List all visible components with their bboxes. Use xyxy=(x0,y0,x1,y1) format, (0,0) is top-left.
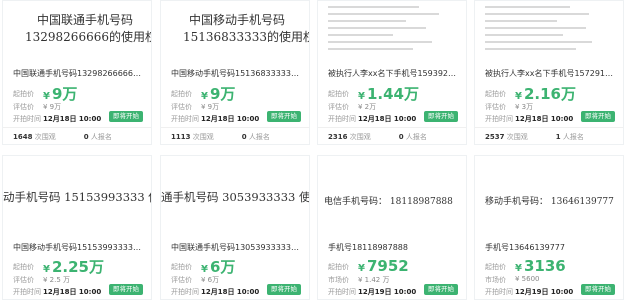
auction-card[interactable]: 移动手机号码： 13646139777 手机号13646139777 起拍价 ¥… xyxy=(474,155,624,300)
card-stats: 2316 次围观 0 人报名 xyxy=(328,133,427,141)
thumbnail-text: 电信手机号码： 18118987888 xyxy=(324,197,453,207)
start-price-label: 起拍价 xyxy=(485,263,506,271)
start-price: ¥3136 xyxy=(515,257,566,275)
divider xyxy=(318,127,466,128)
start-time: 12月18日 10:00 xyxy=(43,288,102,296)
item-thumbnail[interactable]: 电信手机号码： 18118987888 xyxy=(318,156,466,216)
market-price: ¥ 5600 xyxy=(515,275,540,283)
eval-price-label: 评估价 xyxy=(485,103,506,111)
start-price: ¥6万 xyxy=(201,258,236,276)
start-price-label: 起拍价 xyxy=(328,90,349,98)
market-price-label: 市场价 xyxy=(485,276,506,284)
eval-price: ¥ 9万 xyxy=(201,103,220,111)
auction-card[interactable]: 被执行人李xx名下手机号15729128888 起拍价 ¥2.16万 评估价 ¥… xyxy=(474,0,624,145)
start-time: 12月18日 10:00 xyxy=(201,115,260,123)
eval-price: ¥ 3万 xyxy=(515,103,534,111)
item-title[interactable]: 中国移动手机号码15153993333使用权... xyxy=(13,242,145,253)
card-stats: 1113 次围观 0 人报名 xyxy=(171,133,270,141)
start-price: ¥2.16万 xyxy=(515,85,576,103)
item-thumbnail[interactable]: 中国联通手机号码 13298266666的使用权 xyxy=(3,1,152,61)
start-time-label: 开拍时间 xyxy=(485,288,513,296)
document-preview xyxy=(485,1,615,55)
start-time-label: 开拍时间 xyxy=(171,115,199,123)
item-thumbnail[interactable]: 通手机号码 3053933333 使用 xyxy=(161,156,310,216)
thumbnail-text: 动手机号码 15153993333 使用权 xyxy=(3,190,151,204)
start-price: ¥9万 xyxy=(201,85,236,103)
start-time-label: 开拍时间 xyxy=(485,115,513,123)
status-button[interactable]: 即将开始 xyxy=(109,284,143,295)
market-price-label: 市场价 xyxy=(328,276,349,284)
auction-card[interactable]: 动手机号码 15153993333 使用权 中国移动手机号码1515399333… xyxy=(2,155,152,300)
status-button[interactable]: 即将开始 xyxy=(581,111,615,122)
start-time: 12月18日 10:00 xyxy=(43,115,102,123)
start-price-label: 起拍价 xyxy=(171,90,192,98)
start-time: 12月18日 10:00 xyxy=(515,115,574,123)
item-thumbnail[interactable] xyxy=(475,1,623,61)
item-thumbnail[interactable]: 中国移动手机号码 15136833333的使用权 xyxy=(161,1,310,61)
eval-price: ¥ 9万 xyxy=(43,103,62,111)
item-title[interactable]: 中国联通手机号码13298266666的使用... xyxy=(13,68,145,79)
status-button[interactable]: 即将开始 xyxy=(424,111,458,122)
auction-card[interactable]: 通手机号码 3053933333 使用 中国联通手机号码13053933333使… xyxy=(160,155,310,300)
start-price: ¥9万 xyxy=(43,85,78,103)
start-time-label: 开拍时间 xyxy=(328,115,356,123)
item-thumbnail[interactable] xyxy=(318,1,466,61)
item-title[interactable]: 被执行人李xx名下手机号15939270000 xyxy=(328,68,460,79)
card-stats: 1648 次围观 0 人报名 xyxy=(13,133,112,141)
item-title[interactable]: 中国联通手机号码13053933333使用权... xyxy=(171,242,303,253)
status-button[interactable]: 即将开始 xyxy=(267,284,301,295)
start-price-label: 起拍价 xyxy=(485,90,506,98)
auction-card[interactable]: 电信手机号码： 18118987888 手机号18118987888 起拍价 ¥… xyxy=(317,155,467,300)
auction-card[interactable]: 中国移动手机号码 15136833333的使用权 中国移动手机号码1513683… xyxy=(160,0,310,145)
market-price: ¥ 1.42 万 xyxy=(358,276,390,284)
start-time-label: 开拍时间 xyxy=(13,115,41,123)
start-price-label: 起拍价 xyxy=(171,263,192,271)
item-title[interactable]: 中国移动手机号码15136833333的使用... xyxy=(171,68,303,79)
eval-price-label: 评估价 xyxy=(328,103,349,111)
start-time: 12月19日 10:00 xyxy=(515,288,574,296)
start-price-label: 起拍价 xyxy=(328,263,349,271)
start-price: ¥2.25万 xyxy=(43,258,104,276)
start-time-label: 开拍时间 xyxy=(13,288,41,296)
divider xyxy=(475,127,623,128)
thumbnail-text: 移动手机号码： 13646139777 xyxy=(485,197,614,207)
eval-price: ¥ 2.5 万 xyxy=(43,276,71,284)
item-title[interactable]: 手机号18118987888 xyxy=(328,242,460,253)
status-button[interactable]: 即将开始 xyxy=(109,111,143,122)
eval-price-label: 评估价 xyxy=(13,103,34,111)
start-time-label: 开拍时间 xyxy=(328,288,356,296)
start-price-label: 起拍价 xyxy=(13,263,34,271)
thumbnail-text: 中国联通手机号码 xyxy=(37,13,134,27)
start-price-label: 起拍价 xyxy=(13,90,34,98)
start-price: ¥7952 xyxy=(358,257,409,275)
item-title[interactable]: 手机号13646139777 xyxy=(485,242,617,253)
divider xyxy=(3,127,151,128)
eval-price: ¥ 2万 xyxy=(358,103,377,111)
eval-price-label: 评估价 xyxy=(171,103,192,111)
status-button[interactable]: 即将开始 xyxy=(581,284,615,295)
eval-price: ¥ 6万 xyxy=(201,276,220,284)
document-preview xyxy=(328,1,458,55)
start-time: 12月18日 10:00 xyxy=(358,115,417,123)
start-time: 12月19日 10:00 xyxy=(358,288,417,296)
thumbnail-text: 15136833333的使用权 xyxy=(183,30,310,44)
start-time-label: 开拍时间 xyxy=(171,288,199,296)
auction-card[interactable]: 中国联通手机号码 13298266666的使用权 中国联通手机号码1329826… xyxy=(2,0,152,145)
status-button[interactable]: 即将开始 xyxy=(424,284,458,295)
eval-price-label: 评估价 xyxy=(13,276,34,284)
divider xyxy=(161,127,309,128)
thumbnail-text: 13298266666的使用权 xyxy=(25,30,152,44)
status-button[interactable]: 即将开始 xyxy=(267,111,301,122)
thumbnail-text: 通手机号码 3053933333 使用 xyxy=(161,190,310,204)
thumbnail-text: 中国移动手机号码 xyxy=(189,13,286,27)
eval-price-label: 评估价 xyxy=(171,276,192,284)
start-price: ¥1.44万 xyxy=(358,85,419,103)
start-time: 12月18日 10:00 xyxy=(201,288,260,296)
auction-card[interactable]: 被执行人李xx名下手机号15939270000 起拍价 ¥1.44万 评估价 ¥… xyxy=(317,0,467,145)
card-stats: 2537 次围观 1 人报名 xyxy=(485,133,584,141)
item-thumbnail[interactable]: 移动手机号码： 13646139777 xyxy=(475,156,623,216)
item-thumbnail[interactable]: 动手机号码 15153993333 使用权 xyxy=(3,156,151,216)
item-title[interactable]: 被执行人李xx名下手机号15729128888 xyxy=(485,68,617,79)
